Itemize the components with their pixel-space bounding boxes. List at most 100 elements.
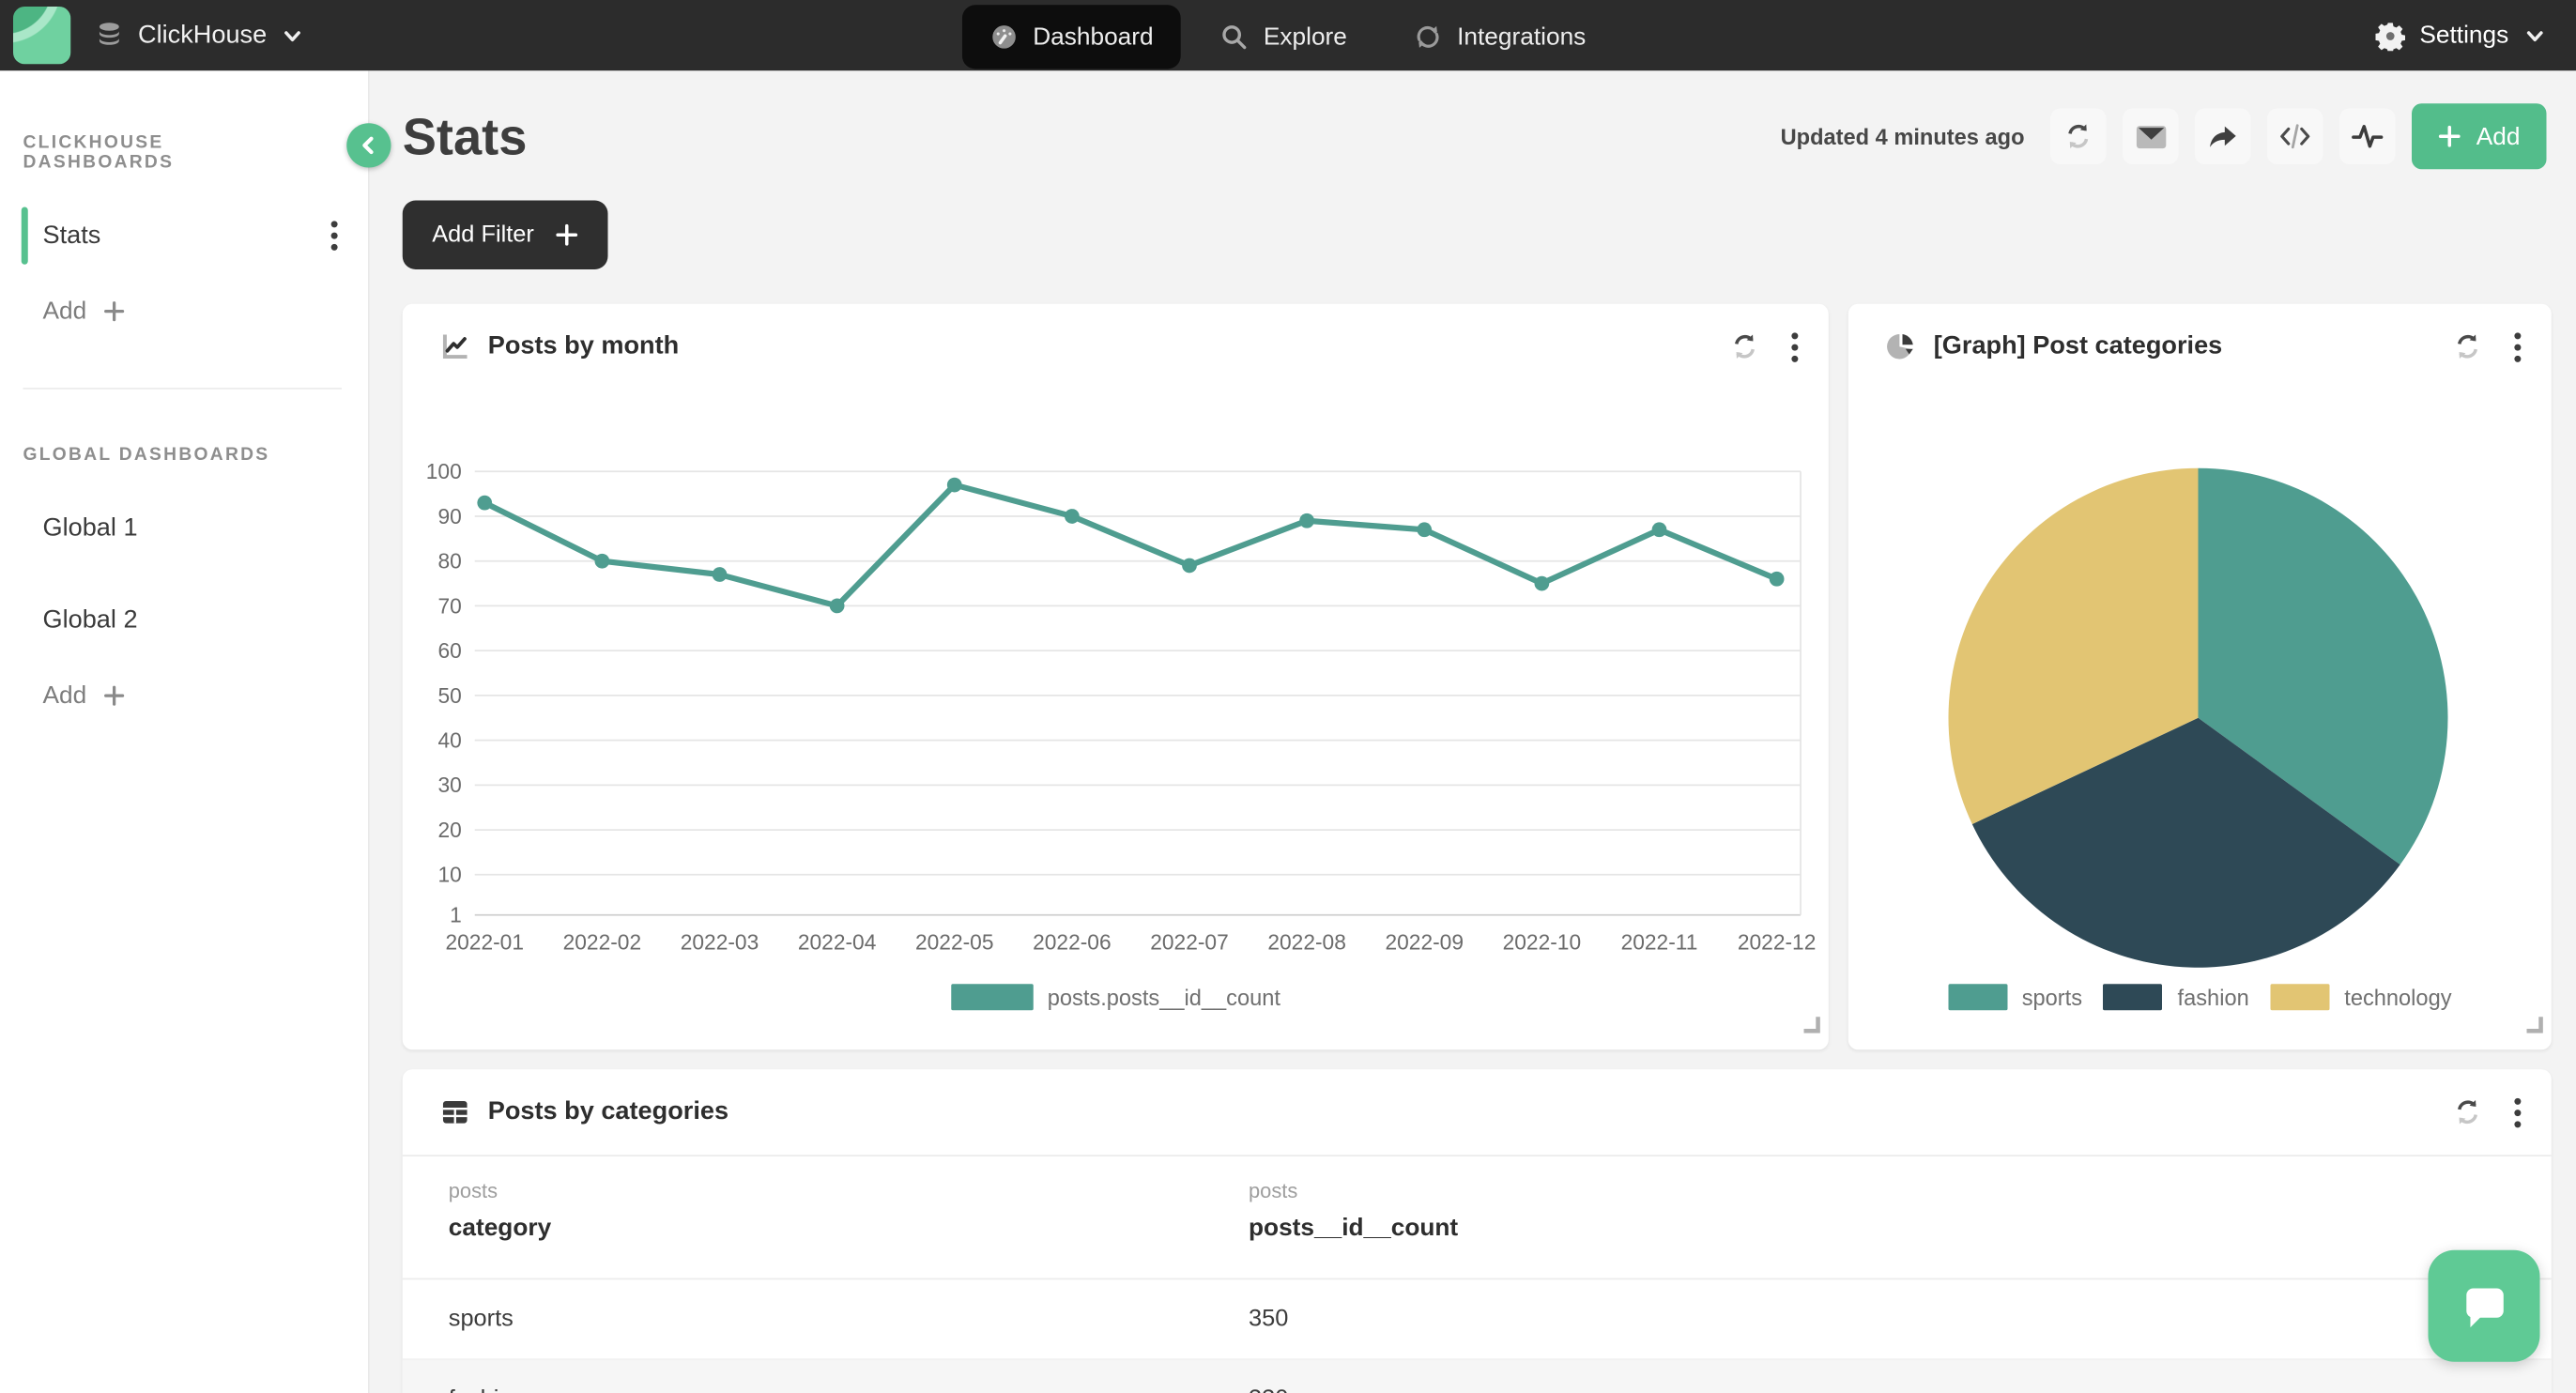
sidebar-item-label: Global 1 xyxy=(43,513,138,543)
activity-button[interactable] xyxy=(2340,109,2397,165)
settings-label: Settings xyxy=(2419,22,2508,50)
sidebar: CLICKHOUSE DASHBOARDSStatsAddGLOBAL DASH… xyxy=(0,70,370,1393)
svg-text:2022-04: 2022-04 xyxy=(798,930,877,955)
settings-menu[interactable]: Settings xyxy=(2375,21,2546,51)
plus-icon xyxy=(103,300,125,322)
svg-text:2022-06: 2022-06 xyxy=(1033,930,1112,955)
card-menu-button[interactable] xyxy=(2514,331,2522,362)
refresh-button[interactable] xyxy=(2051,109,2108,165)
top-navbar: ClickHouse DashboardExploreIntegrations … xyxy=(0,0,2576,70)
svg-text:2022-05: 2022-05 xyxy=(915,930,993,955)
card-post-categories: [Graph] Post categories sports fashion tec… xyxy=(1848,304,2552,1050)
legend-item[interactable]: technology xyxy=(2271,984,2452,1010)
legend-swatch xyxy=(950,984,1033,1010)
table-row[interactable]: sports350 xyxy=(403,1279,2552,1360)
dashboard-gauge-icon xyxy=(990,23,1019,52)
svg-text:40: 40 xyxy=(437,727,461,752)
legend-item[interactable]: posts.posts__id__count xyxy=(950,984,1280,1010)
legend-swatch xyxy=(2271,984,2330,1010)
card-actions xyxy=(2453,1096,2522,1127)
gear-icon xyxy=(2375,21,2405,51)
svg-text:20: 20 xyxy=(437,818,461,842)
database-selector[interactable]: ClickHouse xyxy=(96,21,305,51)
legend-label: posts.posts__id__count xyxy=(1048,985,1280,1009)
column-group-label: posts xyxy=(449,1180,551,1203)
sidebar-divider xyxy=(23,388,343,390)
email-icon xyxy=(2136,124,2167,148)
add-button[interactable]: Add xyxy=(2413,103,2547,169)
refresh-button[interactable] xyxy=(1730,332,1760,362)
card-actions xyxy=(1730,331,1800,362)
tab-integrations[interactable]: Integrations xyxy=(1387,5,1614,69)
sidebar-item-global-1[interactable]: Global 1 xyxy=(22,499,348,557)
add-dashboard-button[interactable]: Add xyxy=(43,298,369,326)
add-dashboard-button[interactable]: Add xyxy=(43,681,369,710)
svg-text:90: 90 xyxy=(437,504,461,528)
chat-widget-button[interactable] xyxy=(2429,1250,2540,1362)
table-row[interactable]: fashion330 xyxy=(403,1360,2552,1393)
embed-code-button[interactable] xyxy=(2268,109,2324,165)
integrations-sync-icon xyxy=(1415,23,1443,52)
chevron-down-icon xyxy=(282,23,305,47)
embed-code-icon xyxy=(2279,123,2312,149)
chevron-left-icon xyxy=(359,135,380,157)
line-chart-icon xyxy=(440,332,470,362)
refresh-button[interactable] xyxy=(2453,332,2483,362)
resize-handle[interactable] xyxy=(2523,1012,2543,1042)
legend-swatch xyxy=(2104,984,2163,1010)
legend-label: sports xyxy=(2022,985,2082,1009)
tab-label: Dashboard xyxy=(1033,23,1153,52)
column-group-label: posts xyxy=(1249,1180,1458,1203)
share-icon xyxy=(2209,124,2239,148)
add-label: Add xyxy=(43,298,87,326)
line-chart: 10090807060504030201012022-012022-022022… xyxy=(403,390,1829,968)
header-actions: Updated 4 minutes ago Add xyxy=(1781,103,2547,169)
svg-text:10: 10 xyxy=(437,863,461,887)
legend-item[interactable]: fashion xyxy=(2104,984,2249,1010)
app-logo[interactable] xyxy=(13,7,70,64)
card-header: Posts by categories xyxy=(403,1069,2552,1155)
svg-text:2022-01: 2022-01 xyxy=(446,930,525,955)
legend-label: technology xyxy=(2344,985,2451,1009)
nav-tabs: Dashboard ExploreIntegrations xyxy=(962,0,1614,70)
card-posts-by-categories: Posts by categories postscategorypostspo… xyxy=(403,1069,2552,1393)
email-button[interactable] xyxy=(2124,109,2180,165)
refresh-button[interactable] xyxy=(2453,1097,2483,1127)
card-title: [Graph] Post categories xyxy=(1934,332,2223,362)
plus-icon xyxy=(103,685,125,707)
card-actions xyxy=(2453,331,2522,362)
card-menu-button[interactable] xyxy=(1791,331,1800,362)
card-menu-button[interactable] xyxy=(2514,1096,2522,1127)
sidebar-collapse-button[interactable] xyxy=(346,123,391,167)
svg-text:50: 50 xyxy=(437,683,461,708)
svg-text:100: 100 xyxy=(426,459,462,483)
add-label: Add xyxy=(43,681,87,710)
resize-handle[interactable] xyxy=(1801,1012,1820,1042)
column-name: category xyxy=(449,1214,551,1242)
activity-icon xyxy=(2352,123,2384,149)
tab-dashboard[interactable]: Dashboard xyxy=(962,5,1181,69)
add-filter-button[interactable]: Add Filter xyxy=(403,201,608,270)
pie-chart xyxy=(1848,390,2552,981)
share-button[interactable] xyxy=(2196,109,2252,165)
svg-text:60: 60 xyxy=(437,638,461,663)
plus-icon xyxy=(2439,125,2462,148)
cell-count: 330 xyxy=(1249,1386,1288,1393)
cell-count: 350 xyxy=(1249,1306,1288,1332)
header-action-buttons xyxy=(2051,109,2397,165)
database-icon xyxy=(96,22,124,50)
legend-item[interactable]: sports xyxy=(1948,984,2082,1010)
kebab-menu-icon[interactable] xyxy=(330,221,339,252)
svg-text:2022-09: 2022-09 xyxy=(1386,930,1464,955)
sidebar-item-global-2[interactable]: Global 2 xyxy=(22,591,348,649)
tab-explore[interactable]: Explore xyxy=(1193,5,1375,69)
sidebar-item-stats[interactable]: Stats xyxy=(22,207,348,265)
chat-bubble-icon xyxy=(2453,1275,2516,1338)
updated-status: Updated 4 minutes ago xyxy=(1781,124,2025,148)
plus-icon xyxy=(556,223,579,247)
sidebar-item-label: Global 2 xyxy=(43,605,138,635)
card-header: [Graph] Post categories xyxy=(1848,304,2552,390)
legend-swatch xyxy=(1948,984,2007,1010)
svg-text:80: 80 xyxy=(437,549,461,574)
sidebar-sections: CLICKHOUSE DASHBOARDSStatsAddGLOBAL DASH… xyxy=(0,133,368,710)
